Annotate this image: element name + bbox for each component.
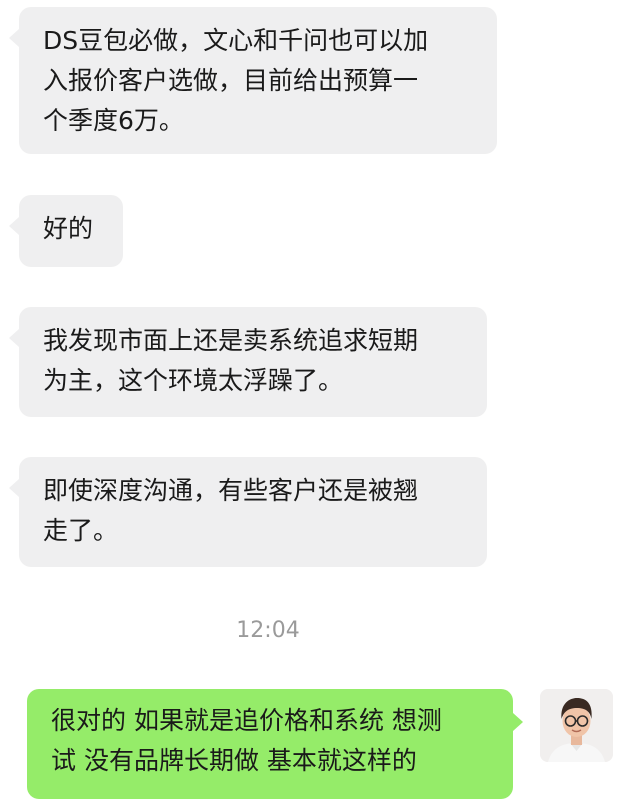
message-bubble-incoming[interactable]: DS豆包必做，文心和千问也可以加 入报价客户选做，目前给出预算一 个季度6万。 <box>9 7 497 154</box>
message-timestamp: 12:04 <box>236 618 300 643</box>
message-bubble-incoming[interactable]: 我发现市面上还是卖系统追求短期 为主，这个环境太浮躁了。 <box>9 307 487 417</box>
chat-thread: DS豆包必做，文心和千问也可以加 入报价客户选做，目前给出预算一 个季度6万。 … <box>0 0 628 812</box>
message-bubble-incoming[interactable]: 好的 <box>9 195 123 267</box>
message-bubble-incoming[interactable]: 即使深度沟通，有些客户还是被翘 走了。 <box>9 457 487 567</box>
message-bubble-outgoing[interactable]: 很对的 如果就是追价格和系统 想测 试 没有品牌长期做 基本就这样的 <box>27 689 523 799</box>
avatar[interactable] <box>540 689 613 762</box>
user-avatar-photo-icon <box>540 689 613 762</box>
